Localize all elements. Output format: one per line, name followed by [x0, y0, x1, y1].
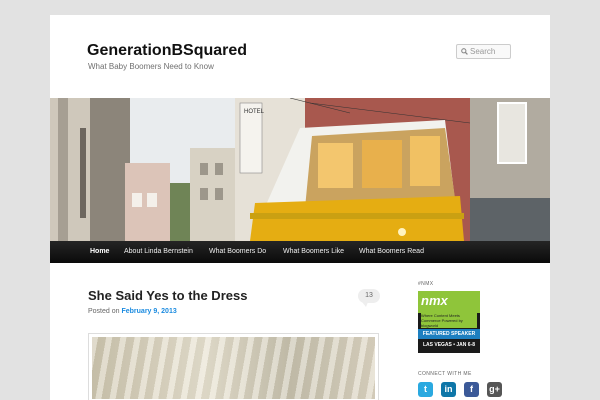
post-date-link[interactable]: February 9, 2013 — [121, 308, 176, 315]
facebook-icon[interactable]: f — [464, 382, 479, 397]
search-box[interactable] — [456, 44, 511, 59]
nav-item-what-boomers-read[interactable]: What Boomers Read — [352, 241, 431, 263]
linkedin-icon[interactable]: in — [441, 382, 456, 397]
header-image: HOTEL — [50, 98, 550, 241]
widget-title-connect: CONNECT WITH ME — [418, 371, 472, 377]
nav-item-home[interactable]: Home — [83, 241, 116, 263]
nmx-tagline: Where Content Meets Commerce Powered by … — [421, 313, 477, 328]
nmx-logo: nmx — [421, 293, 448, 308]
nmx-event-date: LAS VEGAS • JAN 6-8 — [422, 342, 476, 348]
header-photo: HOTEL — [50, 98, 550, 241]
post-meta: Posted on February 9, 2013 — [88, 308, 177, 315]
googleplus-icon[interactable]: g+ — [487, 382, 502, 397]
posted-prefix: Posted on — [88, 308, 120, 315]
page: GenerationBSquared What Baby Boomers Nee… — [50, 15, 550, 400]
search-icon — [461, 48, 468, 55]
twitter-icon[interactable]: t — [418, 382, 433, 397]
comment-count-badge[interactable]: 13 — [358, 289, 380, 307]
nav-item-what-boomers-do[interactable]: What Boomers Do — [202, 241, 273, 263]
nmx-featured-label: FEATURED SPEAKER — [418, 329, 480, 339]
widget-title-nmx: #NMX — [418, 281, 434, 287]
svg-text:HOTEL: HOTEL — [244, 109, 265, 115]
site-title[interactable]: GenerationBSquared — [87, 42, 247, 60]
nav-item-what-boomers-like[interactable]: What Boomers Like — [276, 241, 351, 263]
search-input[interactable] — [470, 45, 510, 58]
main-nav: Home About Linda Bernstein What Boomers … — [50, 241, 550, 263]
dress-photo — [92, 337, 375, 399]
post-title[interactable]: She Said Yes to the Dress — [88, 288, 247, 303]
site-description: What Baby Boomers Need to Know — [88, 62, 214, 71]
nav-item-about[interactable]: About Linda Bernstein — [117, 241, 200, 263]
post-image[interactable] — [88, 333, 379, 400]
nmx-speaker-badge[interactable]: nmx Where Content Meets Commerce Powered… — [418, 291, 480, 353]
